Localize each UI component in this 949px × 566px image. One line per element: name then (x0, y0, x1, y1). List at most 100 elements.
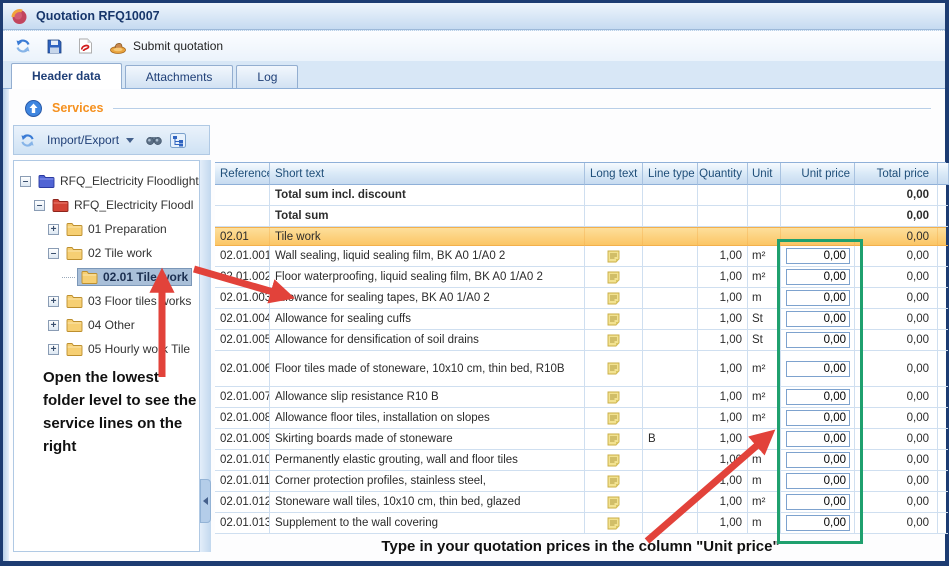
table-row: 02.01.0120Stoneware wall tiles, 10x10 cm… (215, 492, 946, 513)
refresh-button[interactable] (15, 38, 31, 54)
short-text-cell: Tile work (270, 228, 585, 246)
filler-cell (938, 387, 948, 408)
filler-cell (938, 246, 948, 267)
collapse-panel-handle[interactable] (200, 479, 211, 523)
find-button[interactable] (146, 134, 162, 146)
column-header-unit[interactable]: Unit (748, 163, 781, 185)
tree-node[interactable]: 05 Hourly work Tile (63, 341, 193, 357)
service-tree: – RFQ_Electricity Floodlight– RFQ_Electr… (13, 160, 200, 552)
collapse-section-icon[interactable] (25, 100, 42, 117)
tab-header-data[interactable]: Header data (11, 63, 122, 89)
unit-price-input[interactable] (786, 290, 850, 306)
tree-node[interactable]: 04 Other (63, 317, 138, 333)
unit-cell: m (748, 429, 781, 450)
table-header-row: Reference no.Short textLong textLine typ… (215, 163, 946, 185)
long-text-cell[interactable] (585, 267, 643, 288)
long-text-cell[interactable] (585, 309, 643, 330)
long-text-cell[interactable] (585, 429, 643, 450)
tree-expander-minus[interactable]: – (48, 248, 59, 259)
unit-price-input[interactable] (786, 410, 850, 426)
long-text-cell[interactable] (585, 408, 643, 429)
unit-price-input[interactable] (786, 452, 850, 468)
total-price-cell: 0,00 (855, 206, 938, 227)
unit-cell: m (748, 513, 781, 534)
column-header-reference-no-[interactable]: Reference no. (215, 163, 270, 185)
column-header-long-text[interactable]: Long text (585, 163, 643, 185)
long-text-cell[interactable] (585, 450, 643, 471)
tree-expander-plus[interactable]: + (48, 296, 59, 307)
unit-price-input[interactable] (786, 269, 850, 285)
tree-node-selected[interactable]: 02.01 Tile work (78, 269, 191, 285)
column-header-line-type[interactable]: Line type (643, 163, 698, 185)
tree-node[interactable]: 01 Preparation (63, 221, 170, 237)
unit-cell: St (748, 330, 781, 351)
unit-price-input[interactable] (786, 332, 850, 348)
tree-expander-minus[interactable]: – (20, 176, 31, 187)
reference-cell: 02.01.0130 (215, 513, 270, 534)
unit-price-input[interactable] (786, 473, 850, 489)
line-type-cell (643, 206, 698, 227)
column-header-total-price[interactable]: Total price (855, 163, 938, 185)
long-text-cell[interactable] (585, 330, 643, 351)
services-label: Services (52, 101, 103, 115)
tree-item-rfq-electricity-floodl[interactable]: – RFQ_Electricity Floodl (14, 193, 199, 217)
quantity-cell: 1,00 (698, 513, 748, 534)
tree-item-02-01-tile-work[interactable]: 02.01 Tile work (14, 265, 199, 289)
total-price-cell: 0,00 (855, 429, 938, 450)
reference-cell: 02.01.0050 (215, 330, 270, 351)
long-text-cell[interactable] (585, 471, 643, 492)
long-text-icon (607, 412, 620, 425)
unit-price-cell (781, 246, 855, 267)
tree-node[interactable]: RFQ_Electricity Floodl (49, 197, 196, 213)
column-header-short-text[interactable]: Short text (270, 163, 585, 185)
column-header-quantity[interactable]: Quantity (698, 163, 748, 185)
pdf-button[interactable] (78, 38, 93, 54)
service-table: Reference no.Short textLong textLine typ… (215, 162, 946, 534)
unit-price-input[interactable] (786, 389, 850, 405)
tree-expander-plus[interactable]: + (48, 320, 59, 331)
unit-price-input[interactable] (786, 494, 850, 510)
stamp-icon (109, 39, 127, 54)
tree-refresh-button[interactable] (20, 133, 35, 148)
tree-item-03-floor-tiles-works[interactable]: + 03 Floor tiles works (14, 289, 199, 313)
left-edge-strip (3, 89, 9, 561)
expand-hierarchy-button[interactable] (170, 133, 186, 148)
unit-price-cell (781, 351, 855, 387)
tree-expander-minus[interactable]: – (34, 200, 45, 211)
tree-expander-plus[interactable]: + (48, 224, 59, 235)
panel-splitter[interactable] (200, 160, 211, 552)
unit-price-input[interactable] (786, 361, 850, 377)
tree-node[interactable]: 02 Tile work (63, 245, 155, 261)
long-text-cell[interactable] (585, 387, 643, 408)
tree-item-01-preparation[interactable]: + 01 Preparation (14, 217, 199, 241)
tab-log[interactable]: Log (236, 65, 298, 88)
group-row[interactable]: 02.01Tile work0,00 (215, 227, 946, 246)
tree-item-label: RFQ_Electricity Floodl (74, 198, 193, 212)
long-text-cell[interactable] (585, 288, 643, 309)
tree-node[interactable]: 03 Floor tiles works (63, 293, 194, 309)
tree-item-04-other[interactable]: + 04 Other (14, 313, 199, 337)
tree-item-05-hourly-work-tile[interactable]: + 05 Hourly work Tile (14, 337, 199, 361)
section-divider (113, 108, 931, 110)
long-text-cell[interactable] (585, 492, 643, 513)
unit-price-input[interactable] (786, 431, 850, 447)
long-text-cell[interactable] (585, 351, 643, 387)
long-text-cell[interactable] (585, 246, 643, 267)
save-button[interactable] (47, 39, 62, 54)
import-export-dropdown[interactable]: Import/Export (43, 131, 138, 149)
total-price-cell: 0,00 (855, 471, 938, 492)
line-type-cell (643, 228, 698, 246)
long-text-cell[interactable] (585, 513, 643, 534)
unit-price-input[interactable] (786, 311, 850, 327)
submit-quotation-button[interactable]: Submit quotation (109, 39, 223, 54)
tree-expander-plus[interactable]: + (48, 344, 59, 355)
tree-node[interactable]: RFQ_Electricity Floodlight (35, 173, 200, 189)
tab-strip: Header dataAttachmentsLog (3, 61, 945, 89)
column-header-unit-price[interactable]: Unit price (781, 163, 855, 185)
unit-price-cell (781, 228, 855, 246)
tree-item-rfq-electricity-floodlight[interactable]: – RFQ_Electricity Floodlight (14, 169, 199, 193)
unit-price-input[interactable] (786, 515, 850, 531)
tree-item-02-tile-work[interactable]: – 02 Tile work (14, 241, 199, 265)
tab-attachments[interactable]: Attachments (125, 65, 234, 88)
unit-price-input[interactable] (786, 248, 850, 264)
